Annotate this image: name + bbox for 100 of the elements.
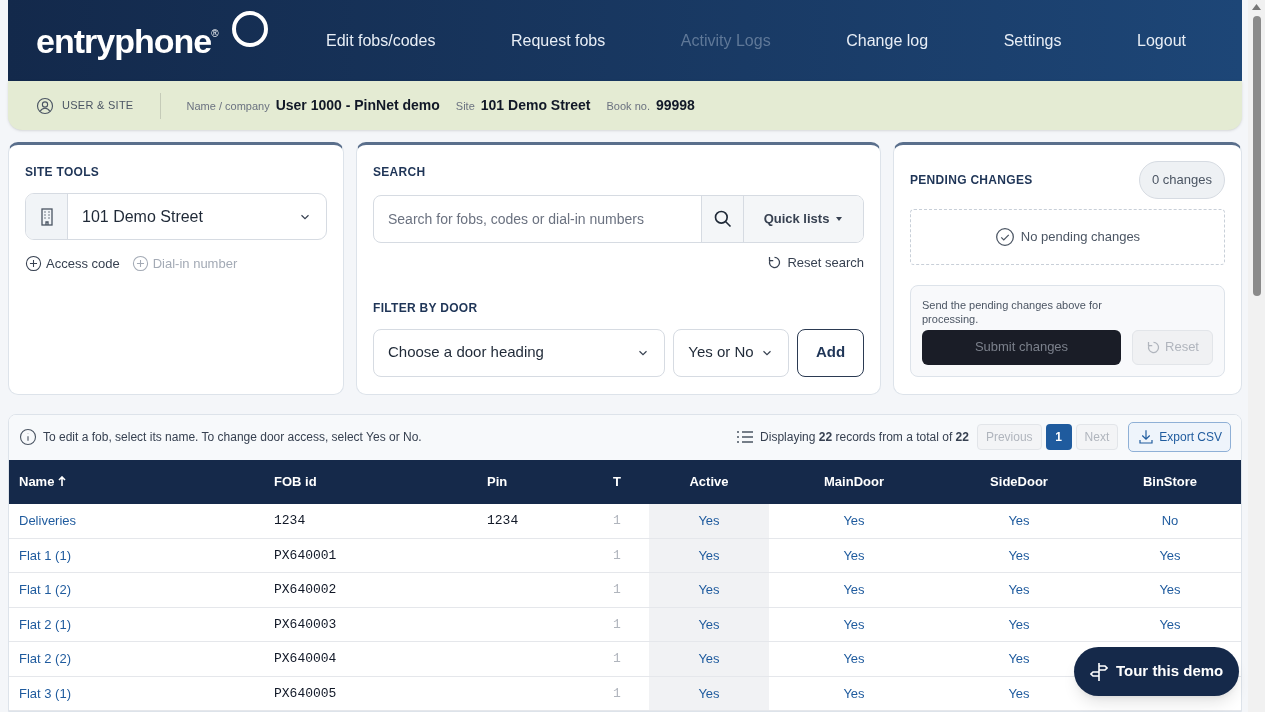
door-access-link[interactable]: No (1161, 511, 1179, 531)
column-header[interactable]: T (585, 460, 649, 504)
door-access-link[interactable]: Yes (1008, 683, 1030, 703)
nav-link[interactable]: Request fobs (511, 28, 606, 53)
table-cell-text: PX640004 (274, 650, 337, 668)
ring-logo-icon (230, 9, 269, 48)
list-icon (736, 430, 755, 445)
door-access-link[interactable]: Yes (1008, 614, 1030, 634)
fob-name-link[interactable]: Deliveries (19, 511, 77, 531)
search-button[interactable] (701, 196, 743, 242)
field-label: Name / company (186, 99, 270, 114)
door-access-link[interactable]: Yes (698, 545, 720, 565)
nav-link[interactable]: Change log (846, 28, 929, 53)
value-select[interactable]: Yes or No (673, 328, 789, 377)
fob-name-link[interactable]: Flat 3 (1) (19, 683, 71, 703)
door-access-link[interactable]: Yes (843, 511, 865, 531)
section-label: USER & SITE (62, 98, 134, 114)
fob-name-link[interactable]: Flat 1 (2) (19, 580, 71, 600)
column-header[interactable]: BinStore (1099, 460, 1241, 504)
check-circle-icon (994, 226, 1015, 247)
door-access-link[interactable]: Yes (1159, 580, 1181, 600)
column-header[interactable]: Pin (477, 460, 585, 504)
scrollbar-thumb[interactable] (1252, 16, 1261, 296)
add-link[interactable]: Access code (25, 254, 120, 274)
page-button[interactable]: 1 (1045, 424, 1072, 451)
table-cell-text: PX640002 (274, 581, 337, 599)
nav-link[interactable]: Logout (1137, 28, 1186, 53)
submit-note: Send the pending changes above for processing. (922, 297, 1103, 326)
table-cell-text: 1 (613, 615, 621, 634)
door-access-link[interactable]: Yes (843, 649, 865, 669)
table-cell-text: 1 (613, 512, 621, 530)
field-value: 99998 (655, 96, 695, 115)
refresh-icon (767, 255, 783, 271)
door-access-link[interactable]: Yes (843, 580, 865, 600)
table-cell-text: 1 (613, 650, 621, 668)
logo-wordmark: entryphone (36, 23, 212, 58)
door-select[interactable]: Choose a door heading (373, 328, 665, 377)
panel-title: PENDING CHANGES (910, 171, 1033, 189)
door-access-link[interactable]: Yes (1008, 649, 1030, 669)
plus-circle-icon (25, 255, 42, 273)
search-icon (712, 209, 733, 229)
info-icon (19, 428, 37, 447)
reset-search-link[interactable]: Reset search (767, 253, 864, 273)
export-csv-button[interactable]: Export CSV (1128, 422, 1231, 453)
empty-state-text: No pending changes (1020, 227, 1141, 246)
column-header[interactable]: MainDoor (769, 460, 939, 504)
door-access-link[interactable]: Yes (1159, 545, 1181, 565)
table-cell-text: 1 (613, 581, 621, 599)
table-hint: To edit a fob, select its name. To change door access, select Yes or No. (43, 429, 422, 447)
panel-title: FILTER BY DOOR (373, 299, 479, 317)
add-button[interactable]: Add (797, 328, 864, 377)
field-value: User 1000 - PinNet demo (275, 96, 440, 115)
door-access-link[interactable]: Yes (698, 580, 720, 600)
door-access-link[interactable]: Yes (698, 511, 720, 531)
fob-name-link[interactable]: Flat 1 (1) (19, 545, 71, 565)
table-cell-text: 1 (613, 684, 621, 703)
fob-name-link[interactable]: Flat 2 (1) (19, 614, 71, 634)
table-cell-text: 1234 (487, 512, 519, 530)
table-cell-text: PX640003 (274, 615, 337, 634)
refresh-icon (1146, 339, 1161, 355)
door-access-link[interactable]: Yes (843, 614, 865, 634)
field-label: Site (455, 99, 475, 114)
fob-name-link[interactable]: Flat 2 (2) (19, 649, 71, 669)
changes-count-badge: 0 changes (1139, 161, 1225, 199)
column-header[interactable]: Name (9, 460, 264, 504)
column-header[interactable]: FOB id (264, 460, 477, 504)
quick-lists-dropdown[interactable]: Quick lists (743, 196, 863, 242)
door-access-link[interactable]: Yes (698, 683, 720, 703)
tour-button[interactable]: Tour this demo (1074, 647, 1240, 696)
table-cell-text: PX640005 (274, 684, 337, 703)
field-value: 101 Demo Street (480, 96, 591, 115)
door-access-link[interactable]: Yes (1008, 545, 1030, 565)
column-header[interactable]: SideDoor (939, 460, 1099, 504)
door-access-link[interactable]: Yes (843, 683, 865, 703)
signpost-icon (1090, 661, 1108, 682)
download-icon (1137, 428, 1156, 447)
door-access-link[interactable]: Yes (698, 649, 720, 669)
column-header[interactable]: Active (649, 460, 769, 504)
panel-title: SITE TOOLS (25, 164, 101, 181)
registered-mark: ® (211, 26, 219, 39)
building-icon (38, 207, 55, 226)
door-access-link[interactable]: Yes (1159, 614, 1181, 634)
table-cell-text: 1234 (274, 512, 306, 530)
door-access-link[interactable]: Yes (843, 545, 865, 565)
door-access-link[interactable]: Yes (698, 614, 720, 634)
nav-link[interactable]: Settings (1003, 28, 1062, 53)
nav-link[interactable]: Edit fobs/codes (326, 28, 436, 53)
field-label: Book no. (606, 99, 650, 114)
search-field[interactable]: Search for fobs, codes or dial-in numbers Quick lists (373, 195, 864, 243)
records-summary: Displaying 22 records from a total of 22 (760, 429, 969, 447)
caret-icon (835, 216, 844, 222)
door-access-link[interactable]: Yes (1008, 580, 1030, 600)
door-access-link[interactable]: Yes (1008, 511, 1030, 531)
scrollbar[interactable] (1248, 0, 1265, 712)
panel-title: SEARCH (373, 164, 427, 181)
plus-circle-icon (131, 255, 149, 273)
table-cell-text: PX640001 (274, 546, 337, 565)
table-cell-text: 1 (613, 546, 621, 565)
scroll-up-icon (1252, 4, 1261, 10)
site-select[interactable]: 101 Demo Street (25, 193, 327, 240)
